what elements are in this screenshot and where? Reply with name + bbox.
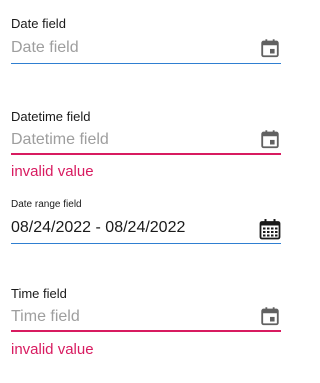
date-range-field-input[interactable]: 08/24/2022 - 08/24/2022 — [11, 219, 185, 237]
calendar-range-icon[interactable] — [258, 217, 282, 241]
date-field-label: Date field — [11, 16, 66, 31]
date-field-underline — [11, 63, 281, 64]
datetime-field-input[interactable]: Datetime field — [11, 131, 109, 149]
calendar-icon[interactable] — [259, 305, 281, 327]
datetime-field[interactable]: Datetime field Datetime field invalid va… — [11, 107, 281, 187]
date-field[interactable]: Date field Date field — [11, 14, 281, 66]
time-field-input[interactable]: Time field — [11, 308, 80, 326]
time-field[interactable]: Time field Time field invalid value — [11, 284, 281, 364]
date-range-field[interactable]: Date range field 08/24/2022 - 08/24/2022 — [11, 197, 281, 247]
date-range-field-label: Date range field — [11, 199, 82, 210]
date-field-input[interactable]: Date field — [11, 39, 79, 57]
datetime-field-label: Datetime field — [11, 109, 91, 124]
time-field-error: invalid value — [11, 341, 94, 358]
calendar-icon[interactable] — [259, 128, 281, 150]
time-field-underline — [11, 330, 281, 332]
date-range-field-underline — [11, 243, 281, 244]
time-field-label: Time field — [11, 286, 67, 301]
datetime-field-error: invalid value — [11, 163, 94, 180]
calendar-icon[interactable] — [259, 37, 281, 59]
datetime-field-underline — [11, 153, 281, 155]
